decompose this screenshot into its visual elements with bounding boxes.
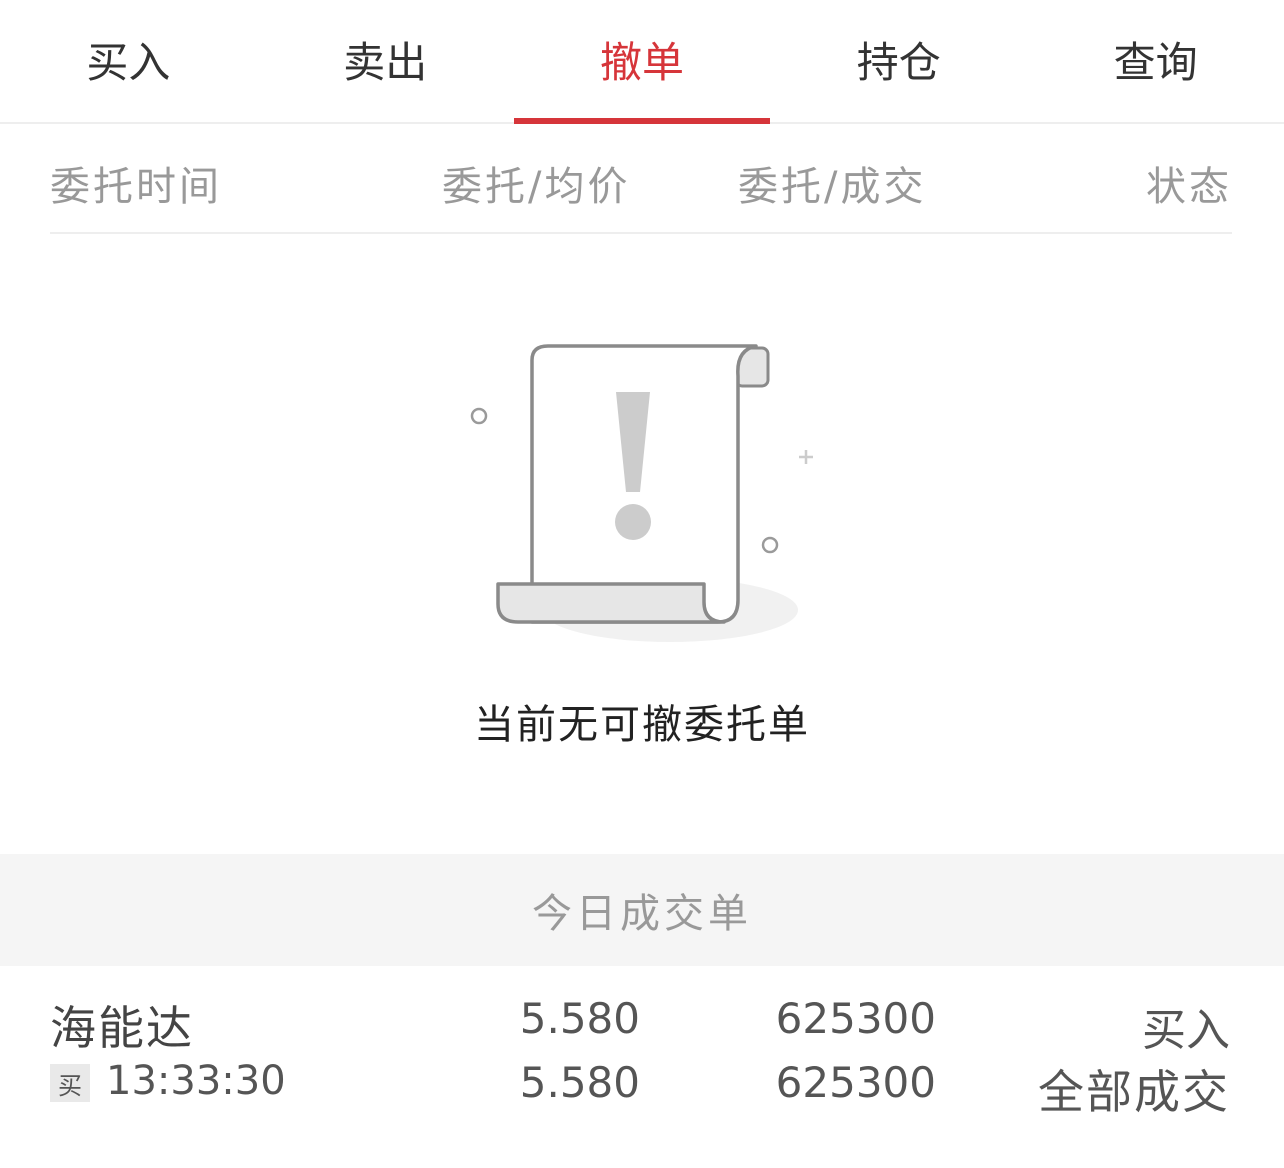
- tab-sell-label: 卖出: [343, 37, 428, 87]
- tab-positions[interactable]: 持仓: [770, 0, 1027, 122]
- trade-direction: 买入: [1142, 1005, 1230, 1056]
- trade-time: 13:33:30: [106, 1058, 286, 1104]
- filled-volume: 625300: [775, 1058, 936, 1107]
- tab-buy-label: 买入: [86, 37, 171, 87]
- trade-row[interactable]: 海能达 买 13:33:30 5.580 5.580 625300 625300…: [0, 966, 1284, 1168]
- tab-query-label: 查询: [1113, 37, 1198, 87]
- tab-cancel[interactable]: 撤单: [513, 0, 771, 124]
- today-trades-header: 今日成交单: [0, 854, 1284, 966]
- stock-name: 海能达: [50, 1001, 194, 1055]
- tab-buy[interactable]: 买入: [0, 0, 257, 122]
- tab-query[interactable]: 查询: [1027, 0, 1284, 122]
- tab-cancel-label: 撤单: [599, 37, 684, 87]
- average-price: 5.580: [519, 1058, 640, 1107]
- tab-sell[interactable]: 卖出: [257, 0, 514, 122]
- column-header-volume: 委托/成交: [738, 164, 927, 210]
- column-header-row: 委托时间 委托/均价 委托/成交 状态: [50, 124, 1232, 234]
- document-exclamation-icon: [460, 330, 820, 660]
- empty-state-message: 当前无可撤委托单: [474, 702, 810, 748]
- column-header-price: 委托/均价: [442, 164, 631, 210]
- column-header-time: 委托时间: [50, 164, 222, 210]
- column-header-status: 状态: [1146, 164, 1232, 210]
- trade-status: 全部成交: [1038, 1065, 1230, 1119]
- side-badge: 买: [50, 1064, 90, 1102]
- today-trades-title: 今日成交单: [532, 891, 752, 937]
- trade-tabs: 买入 卖出 撤单 持仓 查询: [0, 0, 1284, 124]
- tab-positions-label: 持仓: [856, 37, 941, 87]
- order-price: 5.580: [519, 994, 640, 1043]
- order-volume: 625300: [775, 994, 936, 1043]
